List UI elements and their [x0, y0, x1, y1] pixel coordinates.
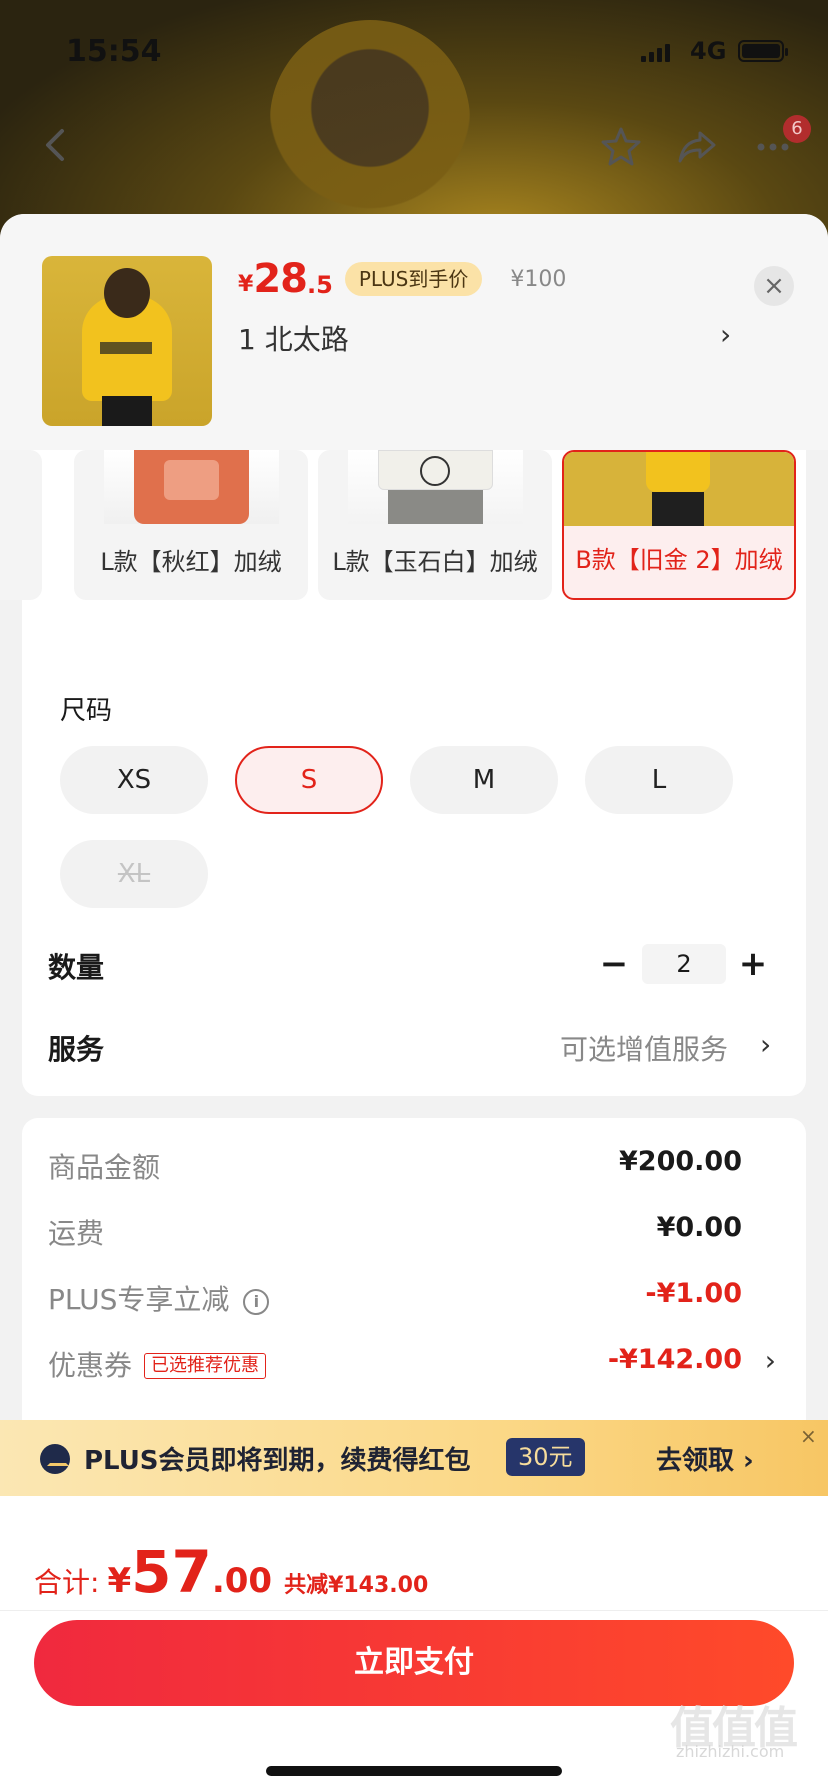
size-option-xl-disabled: XL — [60, 840, 208, 908]
size-section-title: 尺码 — [60, 696, 113, 726]
status-bar: 15:54 4G — [0, 30, 828, 74]
battery-icon — [738, 40, 788, 62]
quantity-increase-button[interactable]: + — [733, 944, 773, 984]
checkout-bar: 合计: ¥ 57 .00 共减¥143.00 立即支付 值值值 zhizhizh… — [0, 1496, 828, 1792]
style-options: L款【秋红】加绒 L款【玉石白】加绒 B款【旧金 2】加绒 — [0, 450, 828, 600]
style-option-selected[interactable]: B款【旧金 2】加绒 — [562, 450, 796, 600]
plus-discount-value: -¥1.00 — [645, 1278, 742, 1309]
banner-close-icon[interactable]: × — [800, 1424, 817, 1448]
plus-discount-row: PLUS专享立减 i — [48, 1278, 270, 1318]
price-currency: ¥ — [238, 271, 254, 297]
back-arrow-icon[interactable] — [40, 125, 70, 165]
total-savings: 共减¥143.00 — [284, 1573, 429, 1598]
share-icon[interactable] — [676, 125, 718, 167]
price-integer: 28 — [253, 256, 308, 302]
total-row: 合计: ¥ 57 .00 共减¥143.00 — [34, 1538, 428, 1606]
total-integer: 57 — [131, 1538, 212, 1606]
shipping-value: ¥0.00 — [656, 1212, 742, 1243]
chevron-right-icon[interactable]: › — [765, 1344, 776, 1377]
total-decimal: .00 — [211, 1561, 273, 1601]
plus-price-tag: PLUS到手价 — [344, 262, 483, 296]
close-button[interactable]: × — [754, 266, 794, 306]
chevron-right-icon[interactable]: › — [720, 318, 731, 351]
price-row: ¥ 28 .5 PLUS到手价 ¥100 — [238, 254, 566, 304]
network-label: 4G — [690, 37, 727, 65]
banner-claim-link[interactable]: 去领取 › — [656, 1440, 754, 1477]
price-decimal: .5 — [306, 271, 333, 299]
original-price: ¥100 — [510, 266, 567, 292]
coupon-value[interactable]: -¥142.00 — [608, 1344, 742, 1375]
plus-discount-label: PLUS专享立减 — [48, 1283, 230, 1316]
goods-amount-label: 商品金额 — [48, 1151, 161, 1184]
total-label: 合计: — [34, 1566, 100, 1599]
info-icon[interactable]: i — [243, 1289, 270, 1315]
signal-icon — [641, 42, 670, 62]
watermark-site: zhizhizhi.com — [676, 1742, 785, 1761]
options-card: L款【秋红】加绒 L款【玉石白】加绒 B款【旧金 2】加绒 — [0, 394, 806, 1096]
style-option[interactable]: L款【秋红】加绒 — [74, 450, 308, 600]
size-option-m[interactable]: M — [410, 746, 558, 814]
delivery-address[interactable]: 1 北太路 — [238, 318, 349, 358]
quantity-label: 数量 — [48, 951, 105, 984]
divider — [0, 1610, 828, 1611]
style-option-partial[interactable] — [0, 450, 42, 600]
favorite-star-icon[interactable] — [600, 125, 642, 167]
size-option-l[interactable]: L — [585, 746, 733, 814]
quantity-decrease-button[interactable]: − — [594, 944, 634, 984]
goods-amount-value: ¥200.00 — [619, 1146, 742, 1177]
product-thumbnail[interactable] — [42, 256, 212, 426]
size-option-xs[interactable]: XS — [60, 746, 208, 814]
style-option-label: B款【旧金 2】加绒 — [575, 546, 783, 574]
plus-crown-icon — [40, 1444, 70, 1474]
total-currency: ¥ — [107, 1561, 132, 1601]
style-option-label: L款【秋红】加绒 — [100, 548, 282, 576]
banner-text: PLUS会员即将到期，续费得红包 — [84, 1446, 471, 1476]
quantity-input[interactable]: 2 — [642, 944, 726, 984]
status-time: 15:54 — [66, 34, 162, 69]
message-count-badge: 6 — [783, 115, 811, 143]
chevron-right-icon[interactable]: › — [760, 1028, 771, 1061]
style-option[interactable]: L款【玉石白】加绒 — [318, 450, 552, 600]
size-option-s[interactable]: S — [235, 746, 383, 814]
home-indicator[interactable] — [266, 1766, 562, 1776]
service-value[interactable]: 可选增值服务 — [560, 1028, 728, 1068]
service-label: 服务 — [48, 1033, 105, 1066]
coupon-label: 优惠券 — [48, 1349, 133, 1382]
style-option-label: L款【玉石白】加绒 — [332, 548, 538, 576]
plus-renewal-banner[interactable]: PLUS会员即将到期，续费得红包 30元 去领取 › × — [0, 1420, 828, 1496]
coupon-recommended-tag: 已选推荐优惠 — [144, 1353, 267, 1379]
banner-reward-pill: 30元 — [506, 1438, 585, 1476]
shipping-label: 运费 — [48, 1217, 105, 1250]
sheet-header: ¥ 28 .5 PLUS到手价 ¥100 1 北太路 › × — [0, 214, 828, 450]
coupon-row[interactable]: 优惠券 已选推荐优惠 — [48, 1344, 267, 1384]
